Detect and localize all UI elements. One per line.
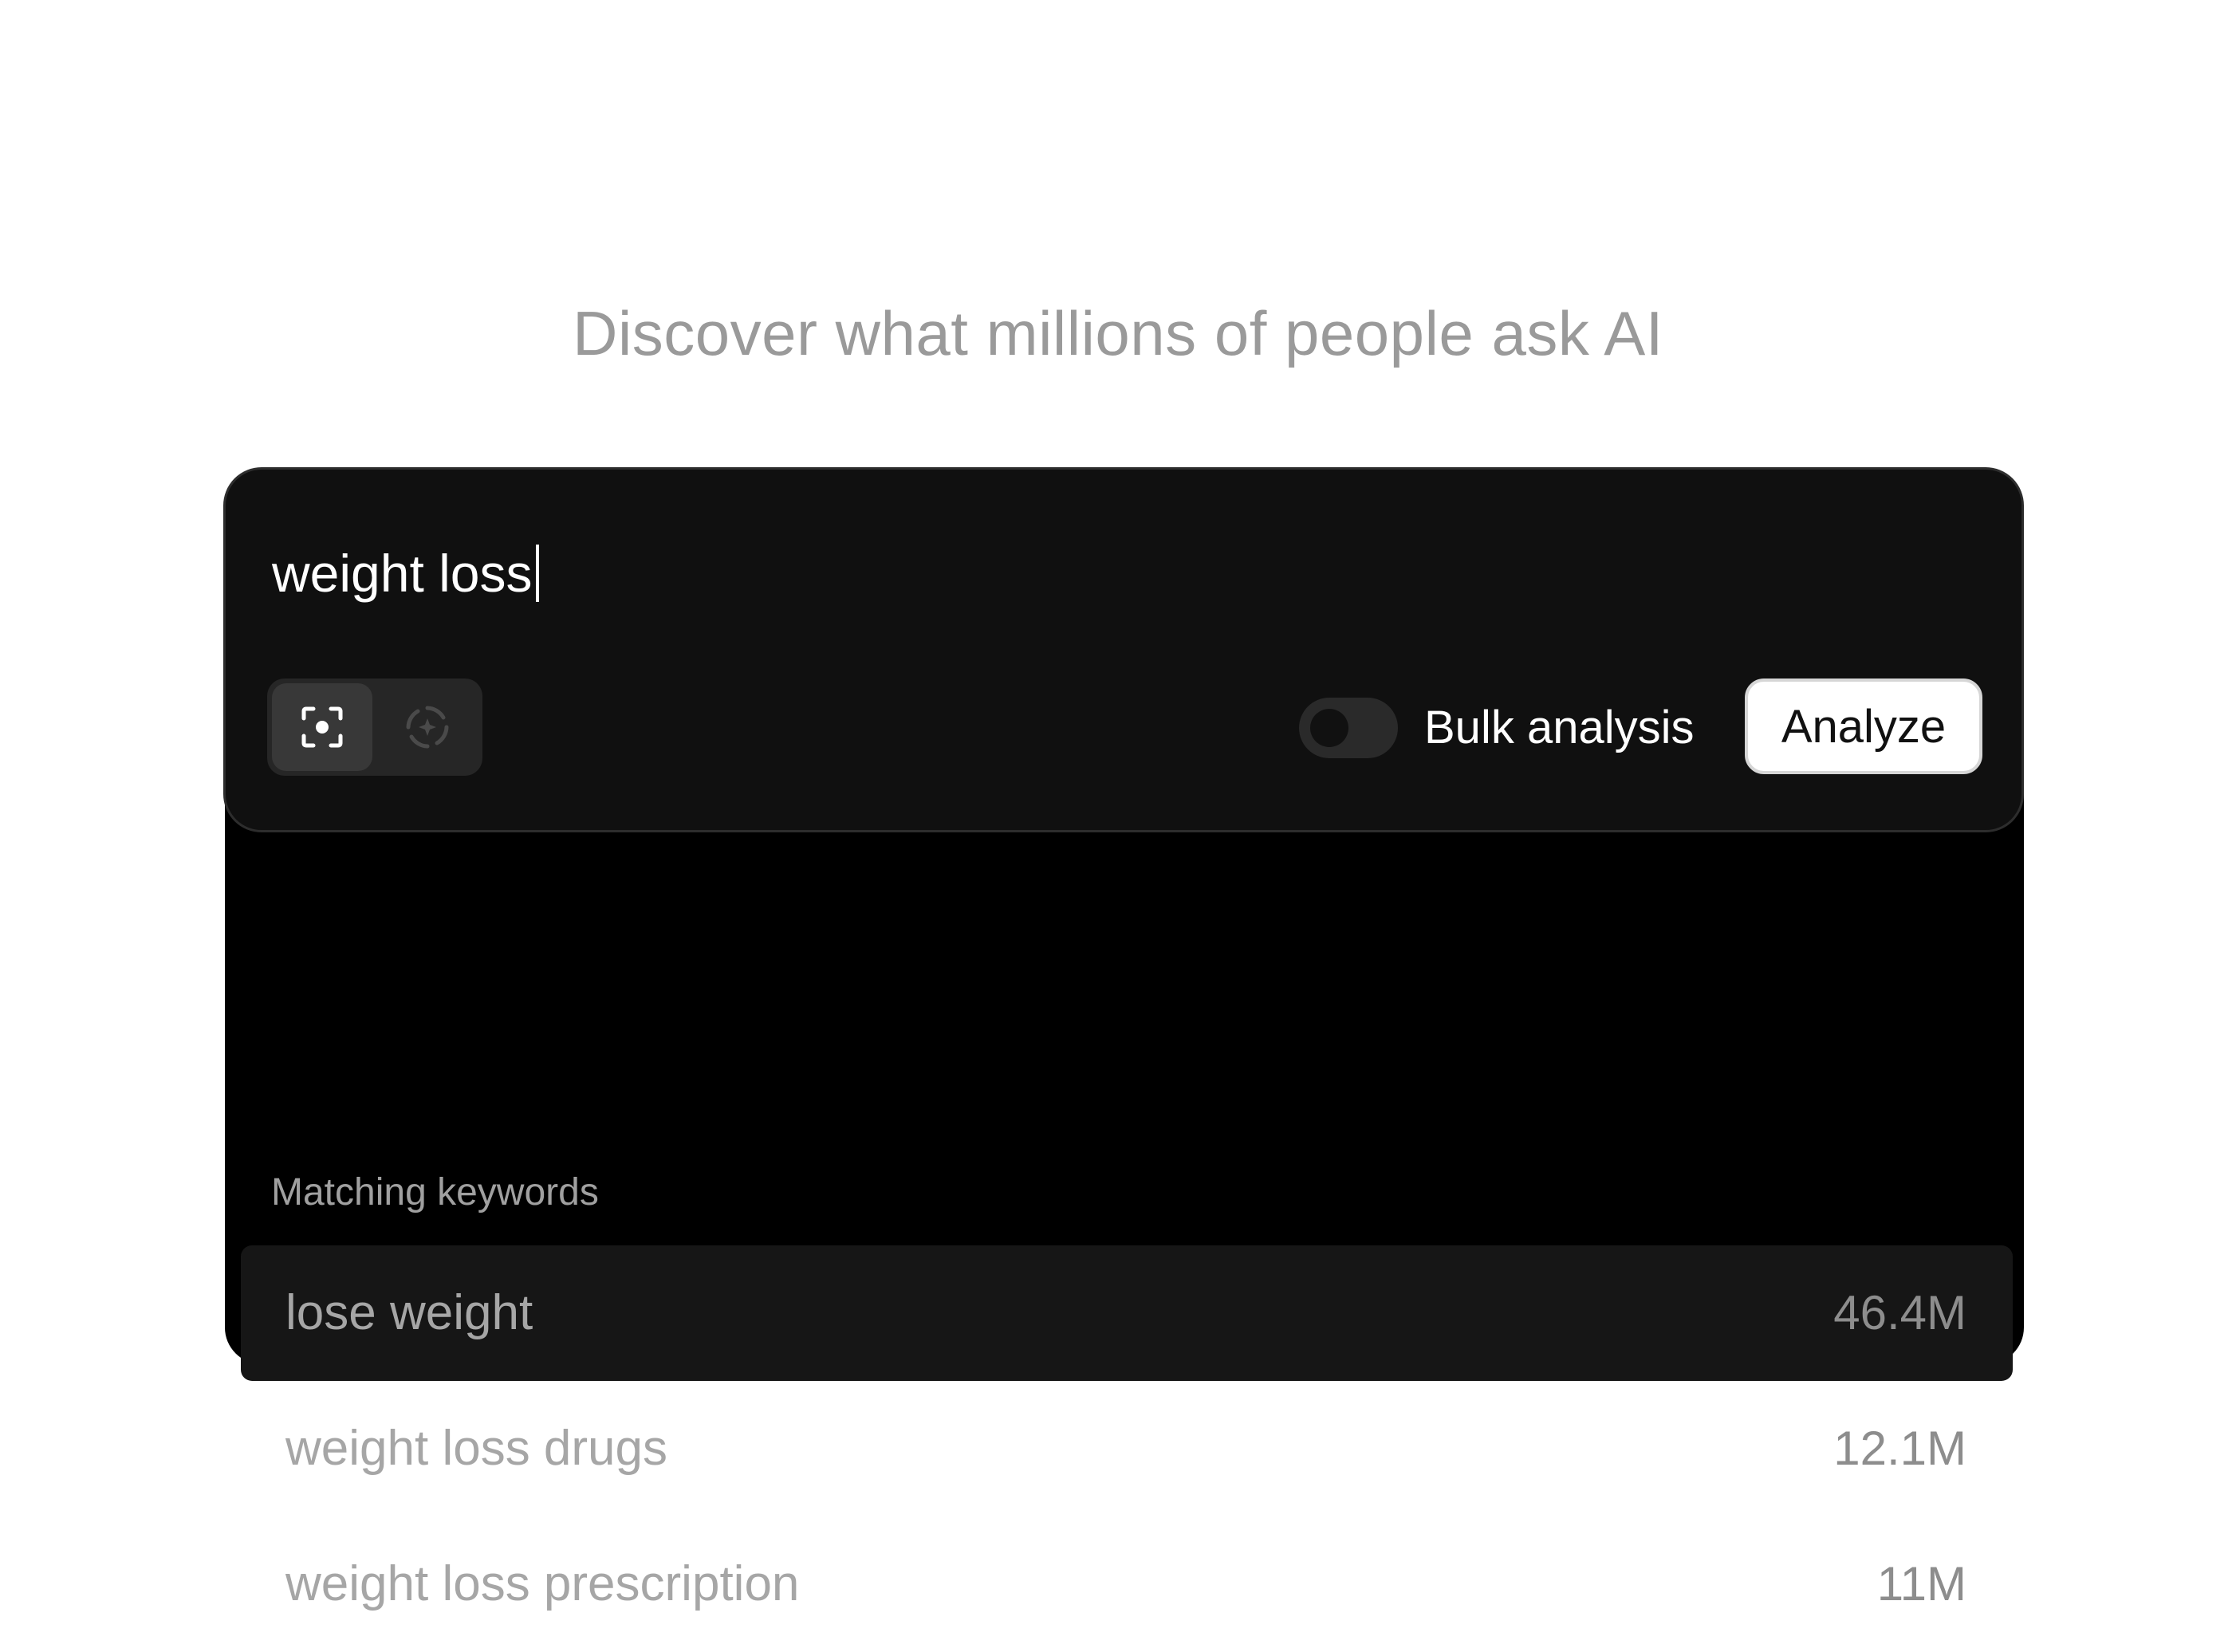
- keyword-text: weight loss prescription: [285, 1556, 800, 1611]
- page-headline: Discover what millions of people ask AI: [573, 298, 1663, 368]
- mode-focus-button[interactable]: [272, 683, 372, 771]
- keyword-volume: 46.4M: [1833, 1286, 1966, 1339]
- sparkle-ring-icon: [406, 706, 449, 749]
- keyword-text: weight loss drugs: [285, 1421, 668, 1476]
- search-query-text: weight loss: [272, 544, 533, 603]
- mode-ai-button[interactable]: [377, 683, 478, 771]
- keyword-row[interactable]: weight loss prescription 11M: [241, 1516, 2013, 1652]
- search-box: weight loss Bulk analysis Analyze: [223, 467, 2024, 832]
- toggle-knob: [1310, 709, 1348, 747]
- matching-keywords-heading: Matching keywords: [271, 1171, 599, 1213]
- keyword-text: lose weight: [285, 1285, 533, 1340]
- keyword-volume: 12.1M: [1833, 1422, 1966, 1475]
- keyword-row[interactable]: weight loss drugs 12.1M: [241, 1381, 2013, 1516]
- bulk-analysis-label: Bulk analysis: [1424, 702, 1695, 753]
- keyword-row[interactable]: lose weight 46.4M: [241, 1245, 2013, 1381]
- bulk-analysis-toggle[interactable]: [1299, 698, 1398, 758]
- search-input[interactable]: weight loss: [272, 541, 539, 605]
- keyword-search-widget: Matching keywords lose weight 46.4M weig…: [223, 467, 2027, 1611]
- text-caret: [535, 545, 539, 602]
- keyword-list: lose weight 46.4M weight loss drugs 12.1…: [241, 1245, 2013, 1652]
- analyze-button[interactable]: Analyze: [1745, 678, 1982, 774]
- results-panel: Matching keywords lose weight 46.4M weig…: [225, 770, 2024, 1611]
- focus-target-icon: [301, 706, 343, 748]
- search-mode-toggle: [267, 678, 482, 776]
- keyword-volume: 11M: [1876, 1557, 1966, 1611]
